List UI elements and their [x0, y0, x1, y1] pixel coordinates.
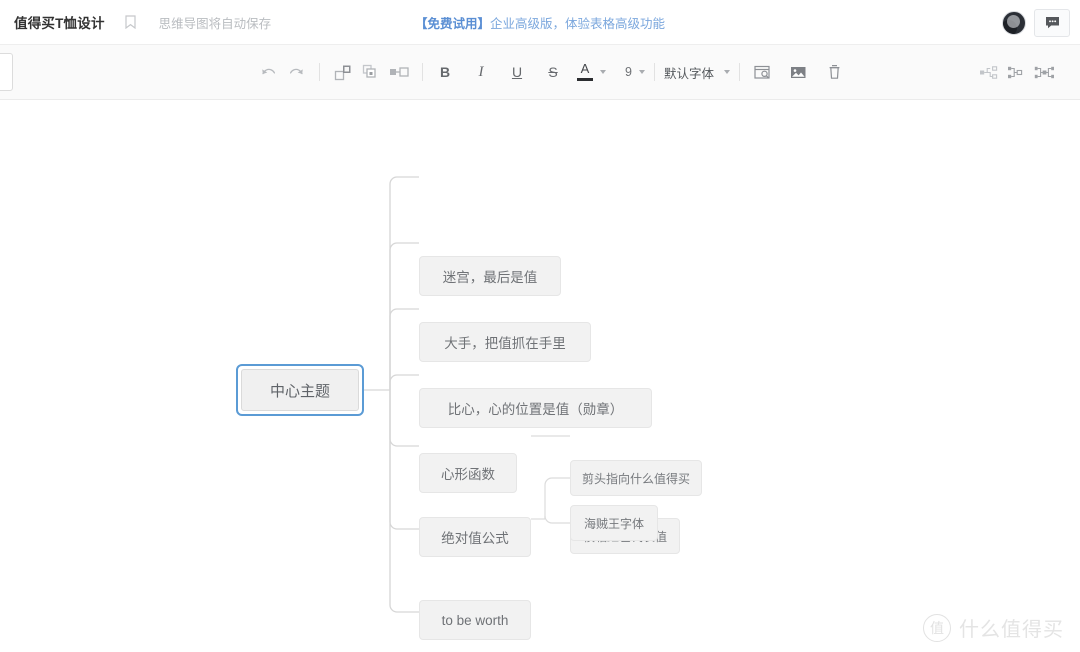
font-size-value[interactable]: 9 — [624, 65, 633, 79]
comment-icon — [1045, 17, 1059, 29]
insert-child-glyph — [362, 64, 376, 78]
node-label: 心形函数 — [441, 467, 495, 482]
toolbar-separator — [738, 63, 740, 81]
watermark: 值 什么值得买 — [923, 613, 1064, 642]
layout-left-icon[interactable] — [1002, 58, 1030, 86]
font-color-button[interactable]: A — [576, 61, 594, 83]
mindmap-node[interactable]: 迷宫，最后是值 — [419, 256, 561, 296]
editor-toolbar: B I U S A 9 默认字体 — [0, 45, 1080, 100]
insert-same-level-node-icon[interactable] — [385, 58, 413, 86]
root-connectors — [364, 176, 419, 613]
layout-both-glyph — [1034, 66, 1054, 78]
layout-right-glyph — [979, 65, 997, 79]
autosave-status: 思维导图将自动保存 — [158, 16, 272, 31]
promo-link[interactable]: 【免费试用】企业高级版，体验表格高级功能 — [415, 13, 665, 32]
node-label: 迷宫，最后是值 — [442, 270, 538, 285]
mindmap-canvas[interactable]: 中心主题 迷宫，最后是值 大手，把值抓在手里 比心，心的位置是值（勋章） 心形函… — [0, 100, 1080, 652]
strikethrough-button[interactable]: S — [540, 59, 566, 85]
trash-glyph — [830, 65, 840, 79]
chevron-down-icon[interactable] — [723, 70, 730, 74]
note-glyph — [754, 65, 771, 79]
leaf-connectors — [531, 435, 570, 524]
insert-sibling-glyph — [334, 65, 350, 80]
image-icon[interactable] — [785, 58, 813, 86]
italic-button[interactable]: I — [468, 59, 494, 85]
image-glyph — [791, 66, 806, 78]
node-label: 大手，把值抓在手里 — [444, 336, 566, 351]
bold-button[interactable]: B — [432, 59, 458, 85]
mindmap-app: 值得买T恤设计 思维导图将自动保存 【免费试用】企业高级版，体验表格高级功能 B… — [0, 0, 1080, 652]
font-size-control[interactable]: 9 — [624, 65, 645, 79]
mindmap-node[interactable]: 绝对值公式 — [419, 517, 531, 557]
mindmap-node[interactable]: 剪头指向什么值得买 — [570, 460, 702, 496]
bookmark-icon[interactable] — [121, 12, 141, 32]
avatar[interactable] — [1002, 10, 1026, 35]
node-label: to be worth — [441, 612, 509, 628]
font-color-swatch — [577, 78, 593, 81]
watermark-logo: 值 — [923, 613, 951, 642]
chevron-down-icon[interactable] — [638, 70, 645, 74]
undo-icon[interactable] — [254, 58, 282, 86]
mindmap-node[interactable]: 海贼王字体 — [570, 505, 658, 541]
insert-sibling-node-icon[interactable] — [329, 58, 357, 86]
watermark-text: 什么值得买 — [959, 619, 1064, 641]
node-label: 比心，心的位置是值（勋章） — [447, 402, 624, 417]
toolbar-separator — [422, 63, 423, 81]
mindmap-node[interactable]: 比心，心的位置是值（勋章） — [419, 388, 652, 428]
redo-glyph — [289, 68, 303, 75]
layout-group — [974, 58, 1058, 86]
app-header: 值得买T恤设计 思维导图将自动保存 【免费试用】企业高级版，体验表格高级功能 — [0, 0, 1080, 45]
font-color-letter: A — [580, 61, 590, 76]
text-format-group: B I U S A 9 — [432, 59, 645, 85]
sidebar-toggle-panel[interactable] — [0, 53, 13, 91]
mindmap-node[interactable]: 大手，把值抓在手里 — [419, 322, 591, 362]
trash-icon[interactable] — [821, 58, 849, 86]
underline-button[interactable]: U — [504, 59, 530, 85]
node-insert-group — [329, 58, 413, 86]
promo-badge: 【免费试用】 — [414, 17, 490, 31]
node-label: 剪头指向什么值得买 — [582, 471, 691, 486]
toolbar-separator — [653, 63, 655, 81]
font-family-control[interactable]: 默认字体 — [664, 63, 730, 82]
promo-text: 企业高级版，体验表格高级功能 — [490, 17, 666, 31]
node-label: 绝对值公式 — [441, 531, 509, 546]
insert-child-node-icon[interactable] — [357, 58, 385, 86]
layout-left-glyph — [1007, 66, 1022, 78]
connector-lines — [364, 176, 570, 613]
insert-same-level-glyph — [389, 66, 409, 77]
bookmark-glyph — [125, 15, 136, 29]
chevron-down-icon[interactable] — [600, 70, 606, 74]
mindmap-node[interactable]: 心形函数 — [419, 453, 517, 493]
toolbar-separator — [319, 63, 320, 81]
document-title: 值得买T恤设计 — [14, 16, 105, 31]
font-color-control[interactable]: A — [576, 61, 606, 83]
layout-right-icon[interactable] — [974, 58, 1002, 86]
layout-both-sides-icon[interactable] — [1030, 58, 1058, 86]
history-group — [254, 58, 310, 86]
node-label: 海贼王字体 — [584, 516, 645, 531]
redo-icon[interactable] — [282, 58, 310, 86]
header-actions — [1002, 0, 1070, 45]
insert-group — [749, 58, 849, 86]
mindmap-root-node[interactable]: 中心主题 — [236, 364, 364, 416]
root-node-label: 中心主题 — [241, 369, 359, 411]
mindmap-node[interactable]: to be worth — [419, 600, 531, 640]
note-icon[interactable] — [749, 58, 777, 86]
font-family-value[interactable]: 默认字体 — [664, 63, 714, 82]
undo-glyph — [261, 68, 275, 75]
comment-button[interactable] — [1034, 8, 1070, 37]
